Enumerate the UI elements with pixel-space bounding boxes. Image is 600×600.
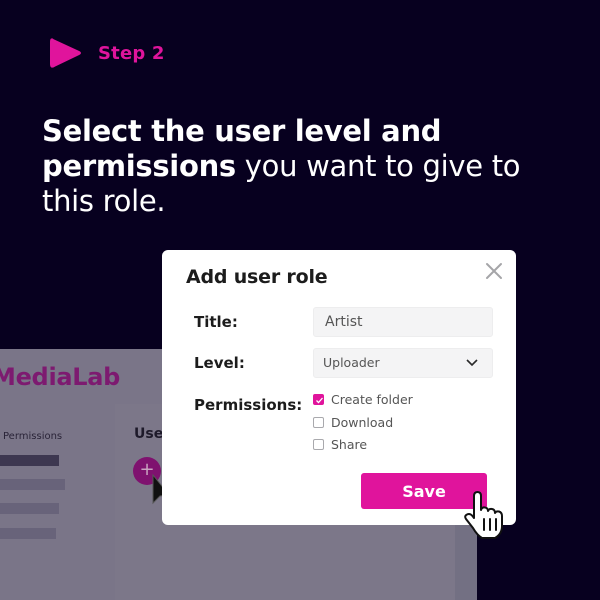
- title-input[interactable]: Artist: [313, 307, 493, 337]
- level-value: Uploader: [323, 355, 380, 370]
- close-icon[interactable]: [484, 261, 504, 281]
- add-user-role-dialog: Add user role Title: Artist Level: Uploa…: [162, 250, 516, 525]
- checkbox-icon[interactable]: [313, 417, 324, 428]
- permission-share[interactable]: Share: [313, 437, 367, 452]
- level-label: Level:: [194, 354, 245, 372]
- step-indicator: Step 2: [48, 36, 165, 70]
- checkbox-checked-icon[interactable]: [313, 394, 324, 405]
- sidebar-item-placeholder: [0, 455, 59, 466]
- step-label: Step 2: [98, 42, 165, 64]
- permission-create-folder[interactable]: Create folder: [313, 392, 413, 407]
- level-select[interactable]: Uploader: [313, 348, 493, 378]
- permission-label: Download: [331, 415, 394, 430]
- chevron-down-icon: [466, 359, 478, 367]
- permissions-label: Permissions:: [194, 396, 303, 414]
- title-label: Title:: [194, 313, 238, 331]
- sidebar-item-placeholder: [0, 479, 65, 490]
- sidebar-item-placeholder: [0, 503, 59, 514]
- permission-label: Share: [331, 437, 368, 452]
- hand-pointer-cursor-icon: [464, 491, 503, 539]
- sidebar-item-placeholder: [0, 528, 56, 539]
- dialog-title: Add user role: [186, 266, 328, 288]
- sidebar-label-permissions: Permissions: [3, 431, 63, 442]
- permission-label: Create folder: [331, 392, 413, 407]
- app-logo: MediaLab: [0, 363, 121, 391]
- checkbox-icon[interactable]: [313, 439, 324, 450]
- permission-download[interactable]: Download: [313, 415, 393, 430]
- instruction-headline: Select the user level and permissions yo…: [42, 114, 562, 219]
- play-triangle-icon: [50, 38, 81, 68]
